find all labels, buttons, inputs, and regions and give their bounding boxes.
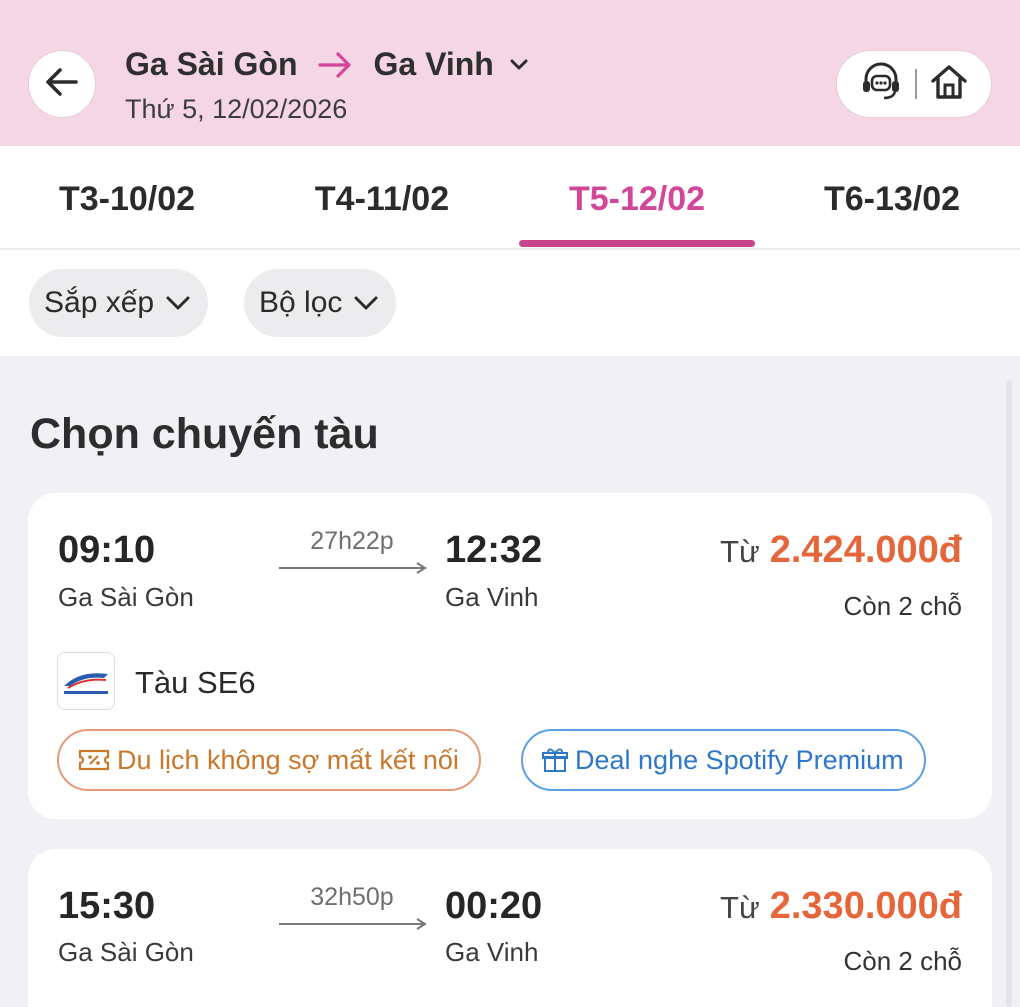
departure-station: Ga Sài Gòn [58, 937, 194, 967]
chevron-down-icon [354, 296, 378, 310]
arrival-time: 00:20 [445, 885, 543, 927]
price-prefix: Từ [720, 534, 760, 569]
back-button[interactable] [28, 50, 96, 118]
departure-time: 15:30 [58, 885, 156, 927]
train-card[interactable]: 09:10 Ga Sài Gòn 27h22p 12:32 Ga Vinh Từ… [28, 493, 992, 819]
departure-time: 09:10 [58, 529, 156, 571]
train-card[interactable]: 15:30 Ga Sài Gòn 32h50p 00:20 Ga Vinh Từ… [28, 849, 992, 1007]
destination-station: Ga Vinh [373, 46, 494, 82]
route-selector[interactable]: Ga Sài Gòn Ga Vinh [125, 46, 528, 83]
arrow-left-icon [45, 67, 79, 102]
departure-station: Ga Sài Gòn [58, 582, 194, 612]
arrival-station: Ga Vinh [445, 937, 539, 967]
gift-icon [541, 746, 569, 774]
section-title: Chọn chuyến tàu [30, 410, 379, 458]
duration-arrow-icon [279, 918, 427, 930]
chevron-down-icon [510, 59, 528, 71]
trip-duration: 32h50p [310, 883, 394, 911]
tab-date-4[interactable]: T6-13/02 [774, 180, 1010, 219]
price-prefix: Từ [720, 890, 760, 925]
filter-label: Bộ lọc [259, 286, 343, 319]
chevron-down-icon [166, 296, 190, 310]
scrollbar[interactable] [1006, 380, 1012, 1007]
arrival-time: 12:32 [445, 529, 543, 571]
price-block: Từ 2.330.000đ [720, 885, 962, 928]
tab-date-3[interactable]: T5-12/02 [519, 180, 755, 219]
origin-station: Ga Sài Gòn [125, 46, 298, 82]
ticket-price: 2.424.000đ [769, 529, 962, 571]
promo-tag-label: Deal nghe Spotify Premium [575, 744, 904, 775]
promo-tag-label: Du lịch không sợ mất kết nối [117, 744, 459, 775]
top-header: Ga Sài Gòn Ga Vinh Thứ 5, 12/02/2026 [0, 0, 1020, 146]
seats-remaining: Còn 2 chỗ [843, 591, 962, 621]
active-tab-indicator [519, 240, 755, 247]
arrival-station: Ga Vinh [445, 582, 539, 612]
promo-tag-connectivity[interactable]: Du lịch không sợ mất kết nối [57, 729, 481, 791]
ticket-percent-icon [77, 747, 111, 773]
header-actions [836, 50, 992, 118]
trip-duration: 27h22p [310, 527, 394, 555]
filter-button[interactable]: Bộ lọc [244, 269, 397, 337]
price-block: Từ 2.424.000đ [720, 529, 962, 572]
travel-date: Thứ 5, 12/02/2026 [125, 94, 348, 124]
arrow-right-icon [317, 51, 353, 79]
tab-date-1[interactable]: T3-10/02 [9, 180, 245, 219]
date-tabs: T3-10/02 T4-11/02 T5-12/02 T6-13/02 [0, 146, 1020, 250]
divider [914, 69, 917, 99]
support-headset-icon[interactable] [860, 62, 902, 107]
train-name: Tàu SE6 [135, 665, 256, 700]
tab-date-2[interactable]: T4-11/02 [264, 180, 500, 219]
sort-label: Sắp xếp [44, 286, 155, 319]
promo-tag-spotify[interactable]: Deal nghe Spotify Premium [521, 729, 926, 791]
vnr-logo [57, 652, 115, 710]
duration-arrow-icon [279, 562, 427, 574]
sort-button[interactable]: Sắp xếp [29, 269, 209, 337]
ticket-price: 2.330.000đ [769, 885, 962, 927]
seats-remaining: Còn 2 chỗ [843, 946, 962, 976]
home-icon[interactable] [930, 64, 968, 105]
filter-bar: Sắp xếp Bộ lọc [0, 250, 1020, 356]
